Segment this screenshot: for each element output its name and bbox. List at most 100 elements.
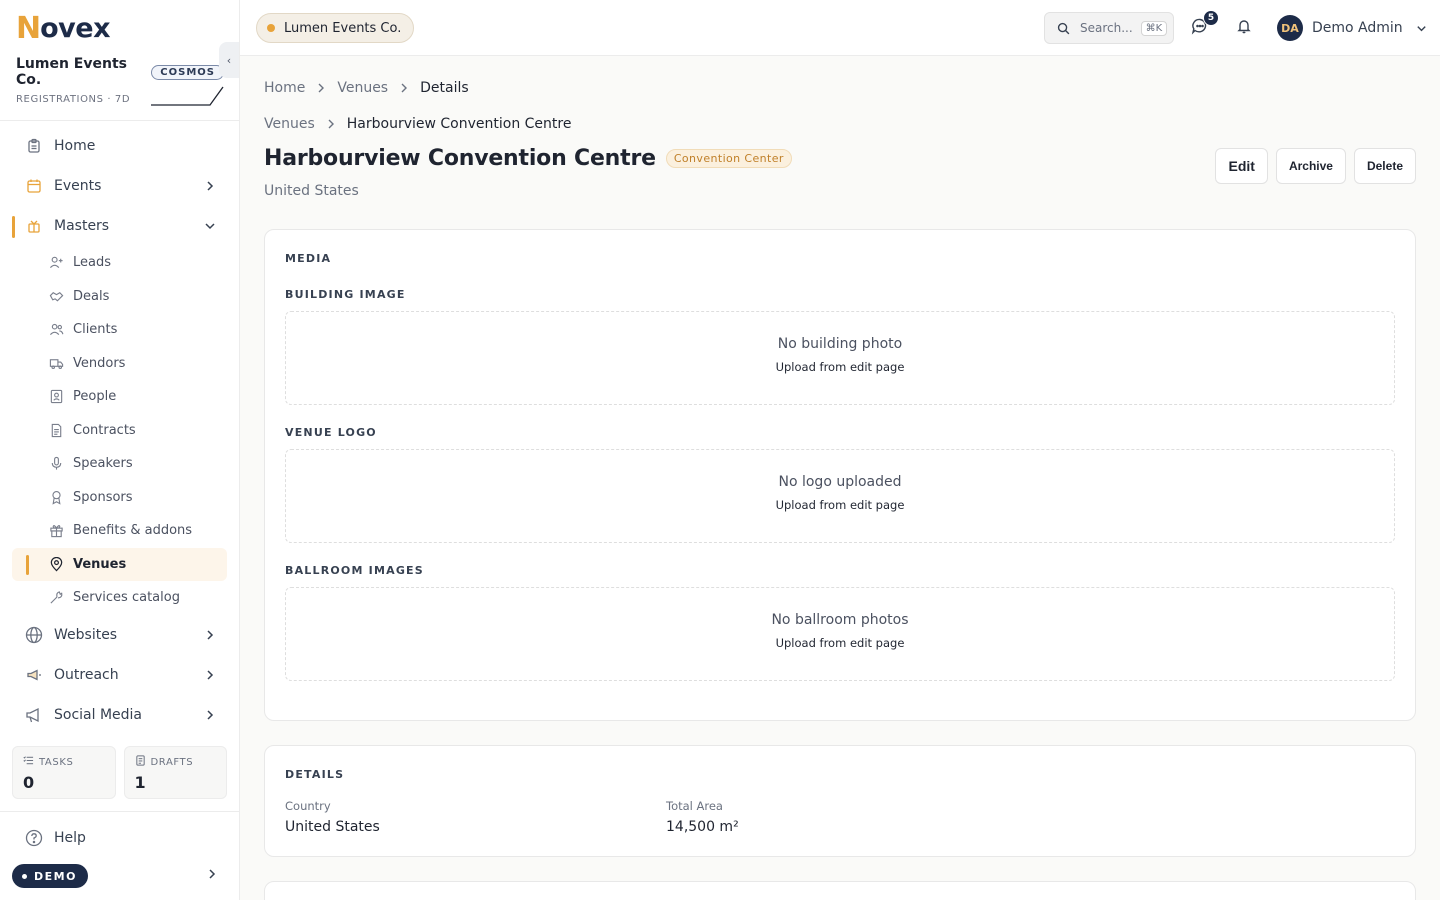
chevron-down-icon [203, 219, 217, 237]
sidebar-item-people[interactable]: People [12, 380, 227, 414]
chevron-right-icon [203, 179, 217, 197]
search-shortcut: ⌘K [1140, 20, 1168, 36]
sidebar-item-venues[interactable]: Venues [12, 547, 227, 581]
sidebar-item-speakers[interactable]: Speakers [12, 447, 227, 481]
sidebar-item-label: Social Media [54, 706, 143, 723]
venue-logo-dropzone: No logo uploaded Upload from edit page [285, 449, 1395, 543]
sidebar-item-clients[interactable]: Clients [12, 313, 227, 347]
search-input[interactable]: Search... ⌘K [1044, 12, 1174, 44]
users-icon [48, 322, 64, 338]
wrench-icon [48, 590, 64, 606]
sidebar-item-label: Leads [73, 255, 112, 271]
chevron-right-icon [203, 668, 217, 686]
demo-mode-badge[interactable]: DEMO [12, 864, 88, 888]
breadcrumb-venues[interactable]: Venues [337, 80, 388, 96]
collapse-sidebar-button[interactable]: ‹ [219, 42, 239, 78]
drafts-stat-card[interactable]: DRAFTS 1 [123, 746, 227, 799]
venue-logo-label: VENUE LOGO [285, 426, 377, 439]
sidebar-divider [0, 120, 240, 121]
sidebar-item-label: Sponsors [73, 489, 133, 505]
gift-icon [24, 216, 44, 236]
page-subtitle: United States [264, 183, 359, 199]
sidebar-item-label: Contracts [73, 422, 136, 438]
messages-count-badge: 5 [1203, 10, 1219, 26]
sidebar-item-social-media[interactable]: Social Media [12, 695, 227, 735]
breadcrumb-home[interactable]: Home [264, 80, 305, 96]
help-circle-icon [24, 828, 44, 848]
megaphone-icon [24, 665, 44, 685]
chevron-down-icon [1415, 22, 1428, 35]
breadcrumb-venue-name: Harbourview Convention Centre [346, 116, 572, 132]
chevron-right-icon [205, 867, 219, 885]
sidebar-item-label: Outreach [54, 666, 119, 683]
user-menu[interactable]: DA Demo Admin [1277, 14, 1428, 42]
id-card-icon [48, 389, 64, 405]
drafts-value: 1 [134, 773, 146, 792]
delete-button[interactable]: Delete [1353, 148, 1416, 184]
app-logo[interactable]: N ovex [16, 14, 110, 44]
archive-button[interactable]: Archive [1275, 148, 1346, 184]
user-name: Demo Admin [1312, 20, 1403, 36]
sidebar-item-websites[interactable]: Websites [12, 615, 227, 655]
user-plus-icon [48, 255, 64, 271]
venue-type-badge: Convention Center [665, 149, 792, 168]
sidebar-item-label: Help [54, 830, 86, 846]
messages-button[interactable]: 5 [1188, 10, 1219, 40]
sidebar-item-label: Websites [54, 626, 118, 643]
building-upload-link[interactable]: Upload from edit page [286, 360, 1394, 374]
edit-button[interactable]: Edit [1215, 148, 1268, 184]
status-dot [22, 873, 27, 879]
sidebar-item-label: Benefits & addons [73, 523, 193, 539]
tasks-stat-card[interactable]: TASKS 0 [12, 746, 116, 799]
media-card-title: MEDIA [285, 252, 332, 265]
drafts-label: DRAFTS [150, 756, 194, 768]
sidebar-item-label: Speakers [73, 456, 133, 472]
sidebar-divider [0, 811, 240, 812]
sidebar-item-help[interactable]: Help [24, 826, 86, 850]
microphone-icon [48, 456, 64, 472]
sidebar-item-sponsors[interactable]: Sponsors [12, 481, 227, 515]
bell-icon [1236, 18, 1252, 38]
breadcrumb-details: Details [420, 80, 469, 96]
country-value: United States [285, 819, 380, 835]
chevron-right-icon [203, 708, 217, 726]
sidebar-item-deals[interactable]: Deals [12, 280, 227, 314]
drafts-document-icon [135, 755, 146, 769]
page-title-row: Harbourview Convention Centre Convention… [264, 146, 792, 171]
sidebar-item-label: Events [54, 178, 102, 194]
chevron-right-icon [203, 628, 217, 646]
masters-submenu: Leads Deals Clients Vendors People Contr… [12, 246, 227, 615]
document-icon [48, 422, 64, 438]
next-card [264, 881, 1416, 900]
country-label: Country [285, 799, 331, 813]
award-icon [48, 489, 64, 505]
logo-empty-text: No logo uploaded [778, 474, 902, 490]
sidebar-item-leads[interactable]: Leads [12, 246, 227, 280]
sidebar-item-home[interactable]: Home [12, 126, 227, 166]
sidebar-item-label: Clients [73, 322, 118, 338]
logo-upload-link[interactable]: Upload from edit page [286, 498, 1394, 512]
sidebar-item-events[interactable]: Events [12, 166, 227, 206]
plan-badge: COSMOS [151, 64, 224, 80]
handshake-icon [48, 288, 64, 304]
ballroom-empty-text: No ballroom photos [771, 612, 909, 628]
sidebar-item-services-catalog[interactable]: Services catalog [12, 581, 227, 615]
chevron-right-icon [315, 82, 327, 94]
sidebar-item-masters[interactable]: Masters [12, 206, 227, 246]
search-placeholder: Search... [1080, 21, 1133, 35]
search-icon [1057, 22, 1070, 35]
ballroom-upload-link[interactable]: Upload from edit page [286, 636, 1394, 650]
country-field: Country United States [285, 799, 380, 835]
sidebar-item-benefits[interactable]: Benefits & addons [12, 514, 227, 548]
sidebar-item-outreach[interactable]: Outreach [12, 655, 227, 695]
sidebar-item-vendors[interactable]: Vendors [12, 347, 227, 381]
notifications-button[interactable] [1232, 16, 1256, 40]
breadcrumb-venues[interactable]: Venues [264, 116, 315, 132]
ballroom-images-label: BALLROOM IMAGES [285, 564, 424, 577]
org-switcher[interactable]: Lumen Events Co. [256, 13, 415, 43]
sidebar-item-contracts[interactable]: Contracts [12, 414, 227, 448]
org-status-dot [267, 24, 275, 32]
broadcast-icon [24, 705, 44, 725]
sidebar-item-label: People [73, 389, 117, 405]
page-title: Harbourview Convention Centre [264, 146, 656, 171]
